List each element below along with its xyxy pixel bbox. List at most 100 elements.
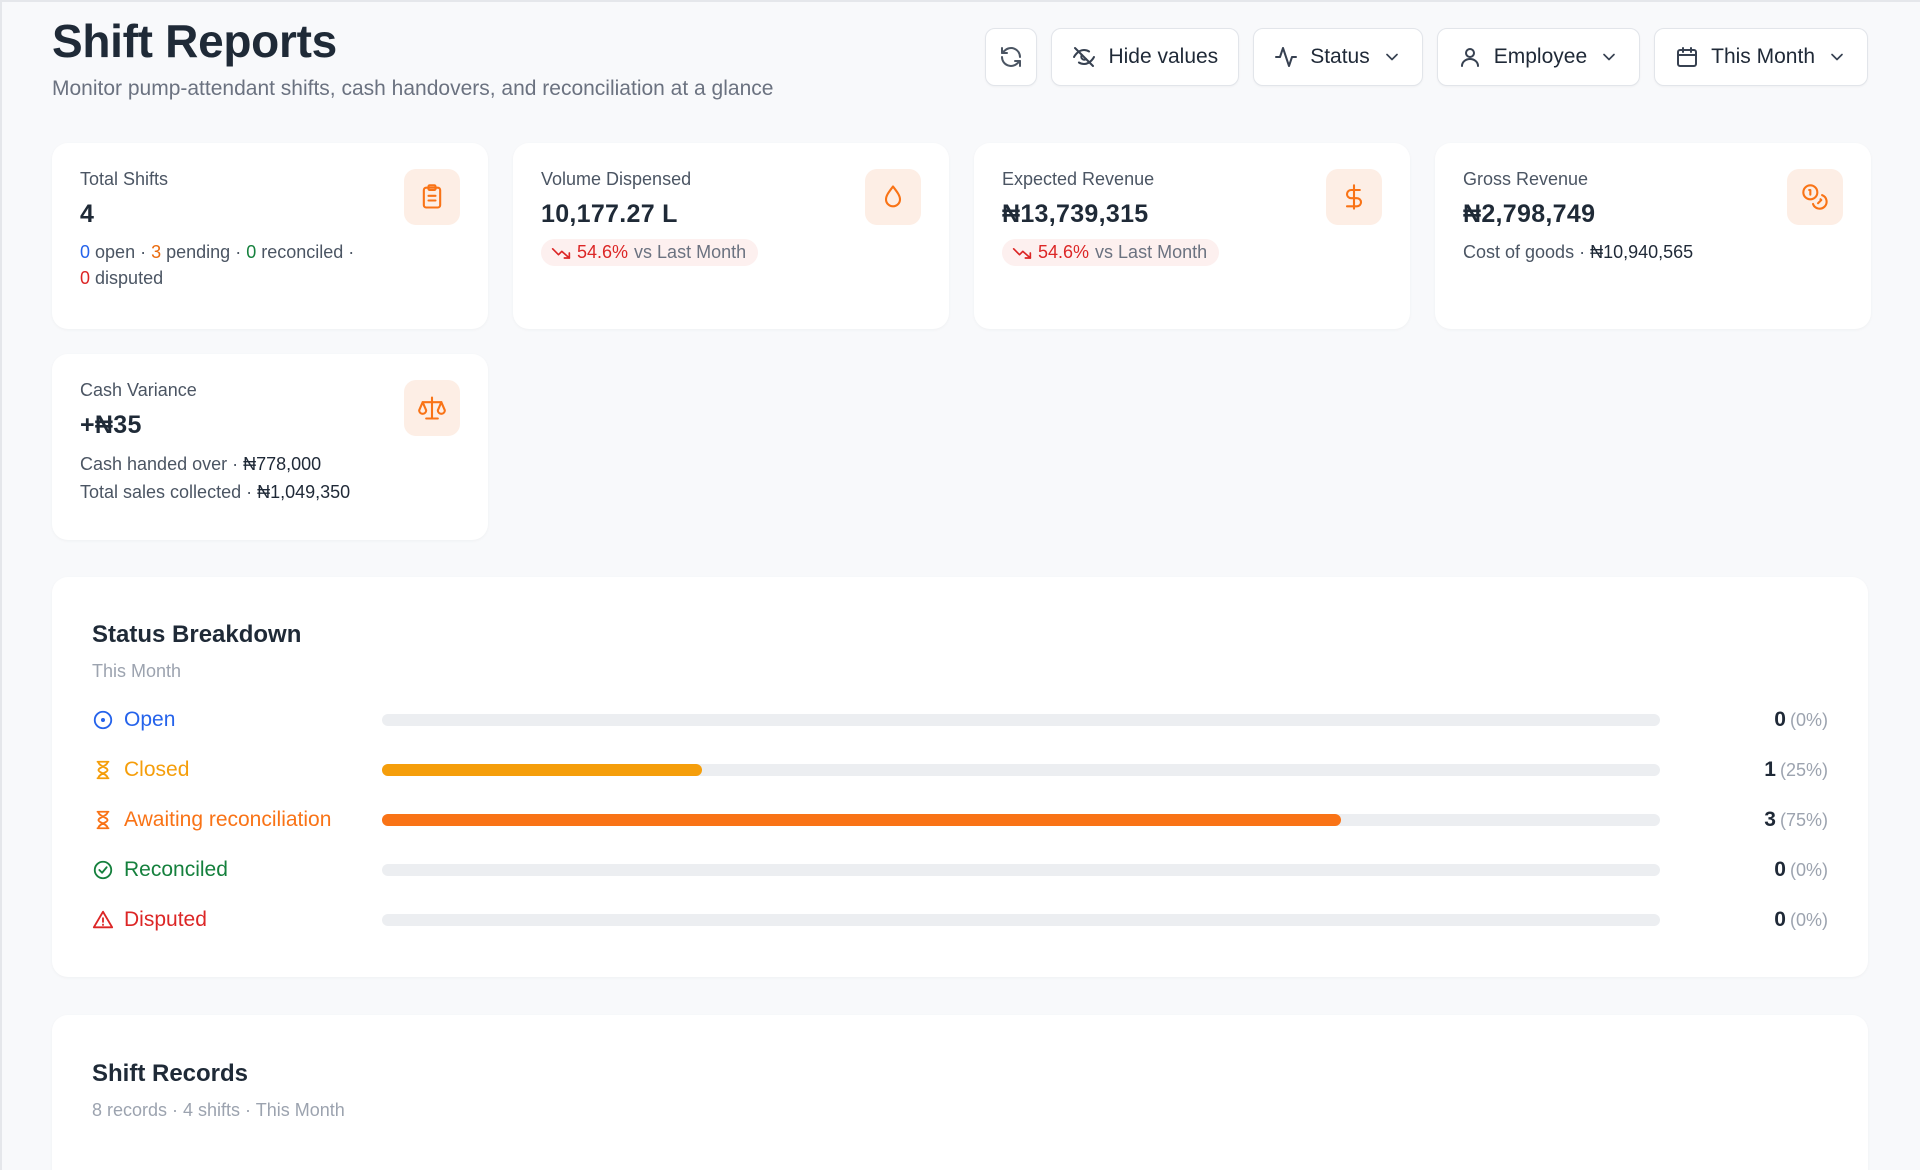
open-label: open: [95, 242, 136, 262]
cost-of-goods-label: Cost of goods ·: [1463, 242, 1586, 262]
status-breakdown-card: Status Breakdown This Month Open 0 (0%) Clo…: [52, 577, 1868, 977]
calendar-icon: [1677, 47, 1698, 67]
open-count: 0: [80, 242, 91, 262]
section-subtitle: 8 records · 4 shifts · This Month: [92, 1100, 345, 1120]
status-count-percent: (0%): [1789, 710, 1828, 730]
top-border: [0, 0, 1920, 4]
refresh-button[interactable]: [985, 28, 1038, 86]
status-count-percent: (0%): [1789, 910, 1828, 930]
dollar-icon: [1345, 184, 1363, 210]
status-count: 0 (0%): [1774, 858, 1828, 882]
clipboard-icon: [422, 184, 442, 209]
status-count: 0 (0%): [1774, 908, 1828, 932]
status-row: Awaiting reconciliation 3 (75%): [92, 805, 1828, 835]
period-filter-dropdown[interactable]: This Month: [1654, 28, 1868, 86]
pending-count: 3: [151, 242, 162, 262]
clock-icon: [92, 709, 114, 731]
hide-values-label: Hide values: [1108, 45, 1219, 68]
status-row: Closed 1 (25%): [92, 755, 1828, 785]
status-count: 3 (75%): [1764, 808, 1828, 832]
progress-track: [382, 864, 1660, 876]
status-label: Reconciled: [92, 858, 382, 882]
status-label: Awaiting reconciliation: [92, 808, 382, 832]
stat-icon-box: [1326, 169, 1382, 225]
status-count-value: 1: [1764, 758, 1776, 781]
status-label-text: Open: [124, 708, 176, 731]
status-count-percent: (0%): [1789, 860, 1828, 880]
trend-percent: 54.6%: [577, 242, 629, 262]
droplet-icon: [884, 185, 902, 208]
status-count: 0 (0%): [1774, 708, 1828, 732]
shift-status-summary: 0 open · 3 pending · 0 reconciled · 0 di…: [80, 242, 355, 288]
hourglass-icon: [92, 759, 114, 781]
progress-track: [382, 764, 1660, 776]
status-count: 1 (25%): [1764, 758, 1828, 782]
trend-text: vs Last Month: [1095, 242, 1208, 262]
stat-icon-box: [865, 169, 921, 225]
stat-value: 10,177.27 L: [541, 200, 678, 228]
section-title: Status Breakdown: [92, 621, 302, 648]
section-subtitle: This Month: [92, 661, 182, 681]
total-shifts-card: Total Shifts 4 0 open · 3 pending · 0 re…: [52, 143, 488, 329]
stat-label: Volume Dispensed: [541, 169, 692, 189]
stat-label: Total Shifts: [80, 169, 169, 189]
stat-icon-box: [404, 380, 460, 436]
total-sales-value: ₦1,049,350: [257, 482, 351, 502]
stat-value: 4: [80, 200, 95, 228]
trend-badge: 54.6% vs Last Month: [541, 239, 759, 266]
total-sales-label: Total sales collected ·: [80, 482, 253, 502]
volume-dispensed-card: Volume Dispensed 10,177.27 L 54.6% vs La…: [513, 143, 949, 329]
status-label-text: Closed: [124, 758, 190, 781]
hide-values-button[interactable]: Hide values: [1051, 28, 1240, 86]
employee-filter-label: Employee: [1493, 45, 1588, 68]
gross-revenue-card: Gross Revenue ₦2,798,749 Cost of goods ·…: [1435, 143, 1871, 329]
progress-track: [382, 814, 1660, 826]
stat-value: +₦35: [80, 411, 142, 439]
cost-of-goods: Cost of goods · ₦10,940,565: [1463, 239, 1843, 265]
refresh-icon: [1001, 47, 1022, 67]
section-title: Shift Records: [92, 1060, 249, 1087]
alert-triangle-icon: [92, 909, 114, 931]
status-label: Open: [92, 708, 382, 732]
trending-down-icon: [1012, 247, 1032, 259]
shift-records-card: Shift Records 8 records · 4 shifts · Thi…: [52, 1015, 1868, 1170]
stat-label: Cash Variance: [80, 380, 197, 400]
eye-off-icon: [1073, 47, 1096, 67]
cost-of-goods-value: ₦10,940,565: [1590, 242, 1694, 262]
status-count-value: 0: [1774, 708, 1786, 731]
stat-icon-box: [404, 169, 460, 225]
toolbar: Hide values Status Employee This Month: [985, 28, 1868, 86]
status-label-text: Reconciled: [124, 858, 228, 881]
trend-text: vs Last Month: [634, 242, 747, 262]
progress-fill: [382, 814, 1341, 826]
status-row: Reconciled 0 (0%): [92, 855, 1828, 885]
status-label-text: Awaiting reconciliation: [124, 808, 332, 831]
activity-icon: [1275, 47, 1298, 67]
stat-icon-box: [1787, 169, 1843, 225]
status-row: Open 0 (0%): [92, 705, 1828, 735]
page-title: Shift Reports: [52, 15, 337, 67]
reconciled-label: reconciled: [261, 242, 344, 262]
period-filter-label: This Month: [1711, 45, 1815, 68]
left-border: [0, 0, 2, 1170]
pending-label: pending: [166, 242, 231, 262]
stat-label: Gross Revenue: [1463, 169, 1589, 189]
cash-details: Cash handed over · ₦778,000 Total sales …: [80, 450, 460, 506]
progress-track: [382, 914, 1660, 926]
status-filter-dropdown[interactable]: Status: [1253, 28, 1423, 86]
chevron-down-icon: [1385, 53, 1398, 61]
status-count-percent: (25%): [1779, 760, 1828, 780]
reconciled-count: 0: [246, 242, 257, 262]
page-subtitle: Monitor pump-attendant shifts, cash hand…: [52, 77, 774, 100]
expected-revenue-card: Expected Revenue ₦13,739,315 54.6% vs La…: [974, 143, 1410, 329]
status-count-value: 3: [1764, 808, 1776, 831]
cash-handed-value: ₦778,000: [243, 454, 322, 474]
user-icon: [1460, 48, 1479, 67]
hourglass-icon: [92, 809, 114, 831]
scale-icon: [418, 396, 446, 420]
employee-filter-dropdown[interactable]: Employee: [1436, 28, 1641, 86]
check-circle-icon: [92, 859, 114, 881]
trend-percent: 54.6%: [1038, 242, 1090, 262]
status-row: Disputed 0 (0%): [92, 905, 1828, 935]
status-label: Disputed: [92, 908, 382, 932]
